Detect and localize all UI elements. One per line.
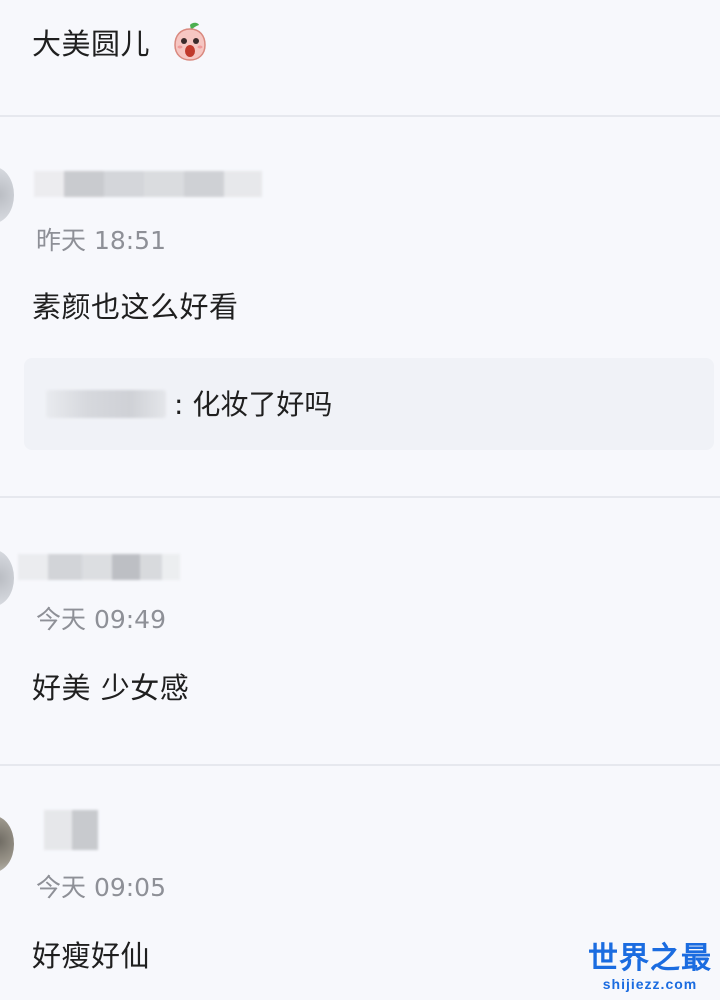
- avatar[interactable]: [0, 816, 14, 872]
- top-post: 大美圆儿: [0, 22, 720, 82]
- reply-username-blurred: [46, 390, 166, 418]
- avatar[interactable]: [0, 167, 14, 223]
- comment-text: 素颜也这么好看: [32, 290, 239, 324]
- watermark-url: shijiezz.com: [602, 976, 698, 992]
- comment-item: 今天 09:49 好美 少女感: [0, 498, 720, 764]
- comment-time: 昨天 18:51: [36, 226, 166, 255]
- watermark-logo: 世界之最 shijiezz.com: [588, 942, 712, 992]
- comment-text: 好瘦好仙: [32, 939, 151, 973]
- top-post-text: 大美圆儿: [32, 27, 151, 61]
- username-blurred: [44, 810, 98, 850]
- reply-text: : 化妆了好吗: [174, 388, 333, 421]
- watermark-title: 世界之最: [588, 942, 712, 975]
- comment-time: 今天 09:05: [36, 873, 166, 902]
- reply-box[interactable]: : 化妆了好吗: [24, 358, 714, 450]
- comment-text: 好美 少女感: [32, 671, 190, 705]
- avatar[interactable]: [0, 550, 14, 606]
- username-blurred: [34, 171, 262, 197]
- screaming-peach-emoji-icon: [172, 22, 208, 61]
- username-blurred: [18, 554, 180, 580]
- comment-time: 今天 09:49: [36, 605, 166, 634]
